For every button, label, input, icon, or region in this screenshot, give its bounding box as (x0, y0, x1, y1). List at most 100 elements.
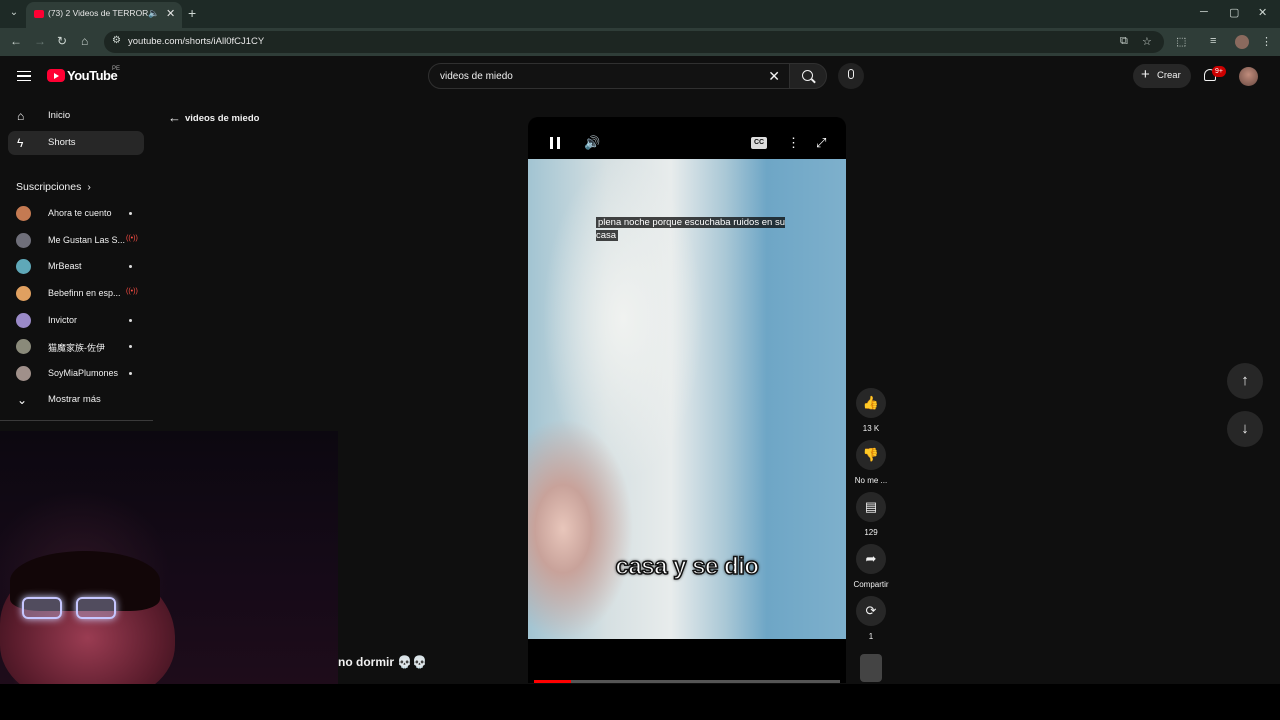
channel-name: Ahora te cuento (48, 208, 112, 218)
new-content-dot (129, 345, 132, 348)
comments-action[interactable]: ▤ 129 (850, 492, 892, 537)
channel-name: MrBeast (48, 261, 82, 271)
dislike-action[interactable]: 👎 No me ... (850, 440, 892, 485)
browser-menu-icon[interactable]: ⋮ (1261, 35, 1272, 48)
sidebar-item-inicio[interactable]: ⌂ Inicio (8, 104, 144, 128)
subscription-item[interactable]: 猫魔家族-佐伊 (8, 334, 144, 358)
address-bar[interactable]: ⚙ youtube.com/shorts/iAll0fCJ1CY (104, 31, 1164, 53)
channel-name: Bebefinn en esp... (48, 288, 121, 298)
progress-bar[interactable] (534, 680, 840, 683)
chevron-right-icon: › (87, 181, 91, 193)
search-box[interactable]: videos de miedo ✕ (428, 63, 790, 89)
sidebar-item-label: Shorts (48, 137, 76, 148)
share-action[interactable]: ➦ Compartir (850, 544, 892, 589)
new-content-dot (129, 372, 132, 375)
live-icon: ((•)) (126, 235, 138, 242)
pause-icon[interactable] (550, 137, 560, 149)
subscription-item[interactable]: Invictor (8, 308, 144, 332)
browser-tab[interactable]: (73) 2 Videos de TERROR p 🔈 ✕ (26, 2, 182, 28)
browser-tab-bar: ⌄ (73) 2 Videos de TERROR p 🔈 ✕ + ─ ▢ ✕ (0, 0, 1280, 28)
voice-search-button[interactable] (838, 63, 864, 89)
video-frame[interactable]: plena noche porque escuchaba ruidos en s… (528, 159, 846, 639)
home-browser-icon[interactable]: ⌂ (81, 34, 88, 48)
search-input[interactable]: videos de miedo (440, 71, 513, 82)
back-icon[interactable]: ← (10, 34, 22, 48)
tab-close-icon[interactable]: ✕ (166, 7, 175, 20)
short-title[interactable]: no dormir 💀💀 (338, 655, 427, 669)
tab-search-chevron-icon[interactable]: ⌄ (6, 5, 22, 21)
subscription-item[interactable]: Bebefinn en esp... ((•)) (8, 281, 144, 305)
subscription-item[interactable]: Ahora te cuento (8, 201, 144, 225)
browser-profile-avatar[interactable] (1235, 35, 1249, 49)
remix-icon[interactable]: ⟳ (856, 596, 886, 626)
address-url[interactable]: youtube.com/shorts/iAll0fCJ1CY (128, 36, 264, 47)
create-button[interactable]: + Crear (1133, 64, 1191, 88)
captions-icon[interactable]: CC (751, 137, 767, 149)
sound-thumbnail[interactable] (860, 654, 882, 682)
show-more-label: Mostrar más (48, 394, 101, 405)
home-icon: ⌂ (17, 109, 25, 123)
channel-avatar (16, 313, 31, 328)
new-tab-button[interactable]: + (188, 5, 196, 21)
reload-icon[interactable]: ↻ (57, 34, 67, 48)
account-avatar[interactable] (1239, 67, 1258, 86)
arrow-up-icon: ↑ (1241, 372, 1249, 389)
fullscreen-icon[interactable]: ⤢ (816, 135, 826, 151)
youtube-header: YouTube PE videos de miedo ✕ + Crear 9+ (0, 56, 1280, 98)
new-content-dot (129, 319, 132, 322)
clear-search-icon[interactable]: ✕ (768, 68, 780, 85)
back-link-label: videos de miedo (185, 113, 260, 124)
comment-icon[interactable]: ▤ (856, 492, 886, 522)
install-app-icon[interactable]: ⧉ (1120, 35, 1128, 48)
channel-name: 猫魔家族-佐伊 (48, 343, 105, 353)
subscription-item[interactable]: Me Gustan Las S... ((•)) (8, 228, 144, 252)
country-code: PE (112, 66, 121, 72)
tab-audio-icon[interactable]: 🔈 (148, 8, 159, 19)
extensions-icon[interactable]: ⬚ (1176, 35, 1186, 48)
glasses-left-lens (22, 597, 62, 619)
shorts-player[interactable]: 🔊 CC ⋮ ⤢ plena noche porque escuchaba ru… (528, 117, 846, 683)
restore-icon[interactable]: ▢ (1229, 6, 1239, 19)
share-icon[interactable]: ➦ (856, 544, 886, 574)
next-short-button[interactable]: ↓ (1227, 411, 1263, 447)
burned-in-caption: casa y se dio (615, 552, 760, 581)
webcam-overlay (0, 431, 338, 685)
search-icon (802, 70, 813, 81)
comments-count: 129 (864, 528, 878, 537)
minimize-icon[interactable]: ─ (1200, 6, 1208, 18)
sidebar-item-shorts[interactable]: ϟ Shorts (8, 131, 144, 155)
more-options-icon[interactable]: ⋮ (787, 135, 800, 151)
search-button[interactable] (789, 63, 827, 89)
menu-icon[interactable] (17, 71, 31, 81)
media-queue-icon[interactable]: ≡ (1210, 35, 1216, 47)
volume-icon[interactable]: 🔊 (584, 135, 600, 151)
subscription-item[interactable]: MrBeast (8, 254, 144, 278)
thumbs-up-icon[interactable]: 👍 (856, 388, 886, 418)
show-more-button[interactable]: ⌄ Mostrar más (8, 388, 144, 412)
forward-icon[interactable]: → (34, 34, 46, 48)
channel-avatar (16, 259, 31, 274)
bookmark-star-icon[interactable]: ☆ (1142, 35, 1152, 48)
channel-name: SoyMiaPlumones (48, 368, 119, 378)
bottom-strip (0, 684, 1280, 720)
dislike-label: No me ... (854, 476, 888, 485)
arrow-left-icon: ← (168, 110, 181, 125)
remix-action[interactable]: ⟳ 1 (850, 596, 892, 641)
subscription-item[interactable]: SoyMiaPlumones (8, 361, 144, 385)
channel-name: Invictor (48, 315, 78, 325)
back-to-search-link[interactable]: ← videos de miedo (168, 110, 259, 125)
window-close-icon[interactable]: ✕ (1258, 6, 1267, 19)
subscriptions-heading[interactable]: Suscripciones › (16, 181, 91, 193)
thumbs-down-icon[interactable]: 👎 (856, 440, 886, 470)
subscriptions-title: Suscripciones (16, 181, 82, 193)
site-info-icon[interactable]: ⚙ (112, 35, 121, 46)
youtube-logo-text[interactable]: YouTube (67, 68, 118, 83)
channel-avatar (16, 366, 31, 381)
channel-avatar (16, 233, 31, 248)
previous-short-button[interactable]: ↑ (1227, 363, 1263, 399)
like-action[interactable]: 👍 13 K (850, 388, 892, 433)
youtube-logo-icon[interactable] (47, 69, 65, 82)
closed-caption-text: plena noche porque escuchaba ruidos en s… (596, 217, 785, 241)
sidebar: ⌂ Inicio ϟ Shorts Suscripciones › Ahora t… (0, 98, 153, 423)
tab-title: (73) 2 Videos de TERROR p (48, 8, 156, 18)
